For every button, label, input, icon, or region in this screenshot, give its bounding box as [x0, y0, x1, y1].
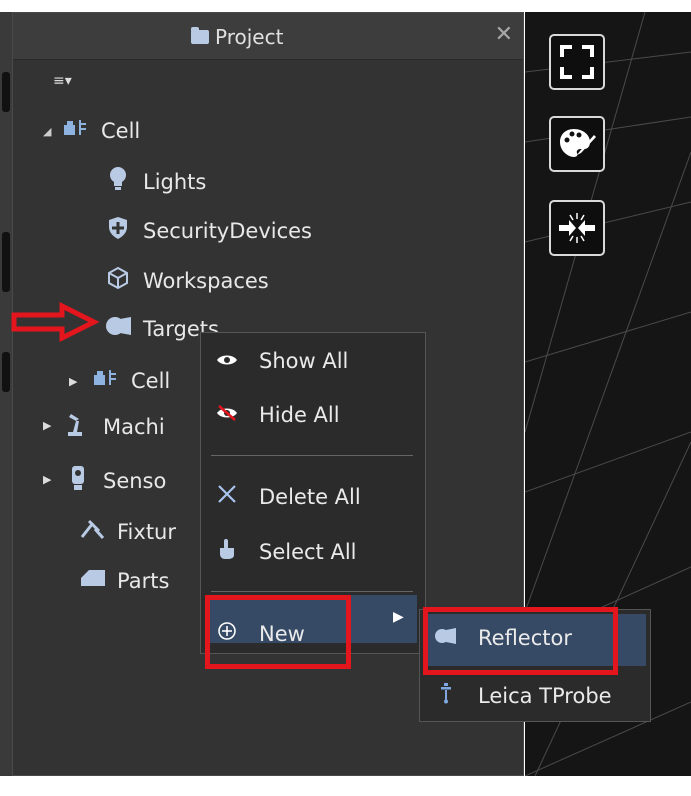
- tree-item-label: Parts: [117, 568, 170, 593]
- dock-tab[interactable]: [2, 352, 10, 392]
- menu-item-show-all[interactable]: Show All: [215, 349, 348, 373]
- tree-item-label: Cell: [131, 368, 171, 393]
- tree-item-cell[interactable]: Cell: [63, 117, 140, 144]
- expand-triangle-icon[interactable]: ▶: [69, 375, 77, 388]
- screenshot-frame: Project ✕ ≡▾ ◢ Cell Lights SecurityDevic…: [0, 0, 691, 796]
- tree-item-cell-2[interactable]: Cell: [93, 367, 170, 394]
- tree-item-parts[interactable]: Parts: [79, 568, 169, 593]
- tree-item-sensors[interactable]: Senso: [65, 465, 166, 496]
- annotation-highlight-new: [205, 595, 351, 669]
- target-icon: [105, 315, 131, 342]
- menu-item-label: Delete All: [259, 484, 361, 509]
- menu-item-label: Hide All: [259, 403, 340, 427]
- tree-item-label: Fixtur: [117, 519, 176, 544]
- probe-icon: [434, 682, 458, 709]
- panel-menu-icon[interactable]: ≡▾: [53, 73, 72, 89]
- hidden-eye-icon: [215, 404, 239, 427]
- menu-item-delete-all[interactable]: Delete All: [215, 484, 361, 509]
- eye-icon: [215, 351, 239, 372]
- panel-header: Project ✕: [13, 13, 523, 60]
- shield-icon: [105, 216, 131, 245]
- cube-icon: [105, 266, 131, 295]
- cell-icon: [93, 367, 119, 394]
- pointer-hand-icon: [215, 538, 239, 565]
- fullscreen-button[interactable]: [549, 34, 605, 90]
- expand-triangle-icon[interactable]: ◢: [43, 125, 51, 138]
- menu-item-select-all[interactable]: Select All: [215, 538, 357, 565]
- folder-icon: [191, 27, 209, 44]
- tree-item-machines[interactable]: Machi: [65, 411, 165, 442]
- robot-arm-icon: [65, 411, 91, 442]
- fixture-icon: [79, 518, 105, 545]
- part-icon: [79, 568, 105, 593]
- tree-item-fixtures[interactable]: Fixtur: [79, 518, 176, 545]
- converge-arrows-icon: [559, 213, 595, 243]
- menu-item-leica-tprobe[interactable]: Leica TProbe: [434, 682, 612, 709]
- tree-item-label: Cell: [101, 118, 141, 143]
- tree-item-workspaces[interactable]: Workspaces: [105, 266, 269, 295]
- dock-tab[interactable]: [2, 72, 10, 112]
- panel-title: Project: [191, 25, 283, 49]
- sensor-icon: [65, 465, 91, 496]
- palette-brush-icon: [560, 129, 596, 157]
- menu-item-label: Show All: [259, 349, 349, 373]
- tree-item-label: Senso: [103, 468, 167, 493]
- collapse-button[interactable]: [549, 200, 605, 256]
- close-icon[interactable]: ✕: [495, 22, 513, 47]
- submenu-arrow-icon: ▶: [393, 609, 404, 625]
- tree-item-label: Workspaces: [143, 268, 269, 293]
- menu-item-label: Leica TProbe: [478, 683, 612, 708]
- annotation-arrow-icon: [11, 302, 100, 342]
- tree-item-label: Machi: [103, 414, 165, 439]
- tree-item-lights[interactable]: Lights: [105, 166, 206, 197]
- delete-x-icon: [215, 484, 239, 509]
- annotation-highlight-reflector: [423, 607, 618, 675]
- tree-item-security-devices[interactable]: SecurityDevices: [105, 216, 312, 245]
- menu-separator: [211, 455, 413, 456]
- bulb-icon: [105, 166, 131, 197]
- menu-item-hide-all[interactable]: Hide All: [215, 403, 340, 427]
- tree-item-label: Lights: [143, 169, 207, 194]
- expand-triangle-icon[interactable]: ▶: [43, 419, 51, 432]
- tree-item-label: SecurityDevices: [143, 218, 312, 243]
- panel-title-text: Project: [215, 25, 284, 49]
- fullscreen-icon: [560, 45, 594, 79]
- dock-tab[interactable]: [2, 232, 10, 292]
- left-dock-strip: [0, 12, 12, 776]
- menu-separator: [211, 591, 413, 592]
- cell-icon: [63, 117, 89, 144]
- menu-item-label: Select All: [259, 539, 357, 564]
- expand-triangle-icon[interactable]: ▶: [43, 473, 51, 486]
- paint-button[interactable]: [549, 116, 605, 172]
